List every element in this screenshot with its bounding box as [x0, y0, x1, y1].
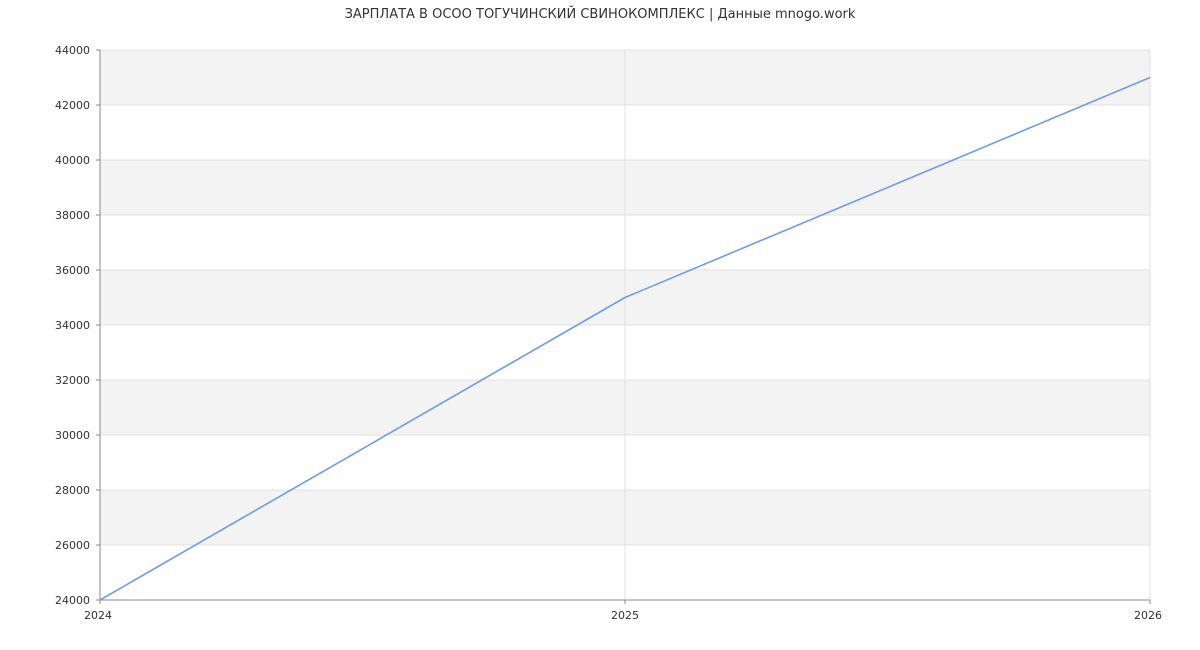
- y-tick-label: 36000: [55, 264, 90, 277]
- y-tick-label: 44000: [55, 44, 90, 57]
- x-tick-label: 2024: [84, 609, 112, 622]
- chart-container: ЗАРПЛАТА В ОСОО ТОГУЧИНСКИЙ СВИНОКОМПЛЕК…: [0, 0, 1200, 650]
- y-tick-labels: 24000 26000 28000 30000 32000 34000 36000 38000…: [55, 44, 90, 607]
- y-tick-label: 30000: [55, 429, 90, 442]
- y-tick-label: 32000: [55, 374, 90, 387]
- y-tick-label: 26000: [55, 539, 90, 552]
- y-tick-label: 40000: [55, 154, 90, 167]
- y-tick-label: 34000: [55, 319, 90, 332]
- x-tick-labels: 2024 2025 2026: [84, 609, 1162, 622]
- x-tick-label: 2026: [1134, 609, 1162, 622]
- y-tick-label: 38000: [55, 209, 90, 222]
- salary-line-chart: ЗАРПЛАТА В ОСОО ТОГУЧИНСКИЙ СВИНОКОМПЛЕК…: [55, 6, 1162, 622]
- x-tick-label: 2025: [611, 609, 639, 622]
- y-tick-label: 42000: [55, 99, 90, 112]
- y-tick-label: 28000: [55, 484, 90, 497]
- chart-title: ЗАРПЛАТА В ОСОО ТОГУЧИНСКИЙ СВИНОКОМПЛЕК…: [345, 6, 856, 22]
- y-tick-label: 24000: [55, 594, 90, 607]
